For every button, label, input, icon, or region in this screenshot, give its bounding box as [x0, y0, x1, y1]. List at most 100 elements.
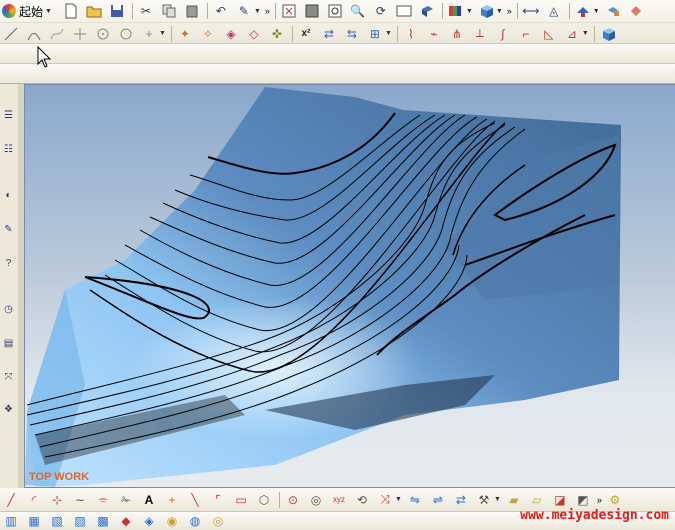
corner-icon[interactable]: ⌐: [517, 25, 535, 43]
chevron-down-icon[interactable]: ▼: [593, 8, 600, 15]
curve-d-icon[interactable]: ⟂: [471, 25, 489, 43]
chevron-down-icon[interactable]: ▼: [496, 8, 503, 15]
transform-icon[interactable]: ⤧: [1, 370, 16, 385]
folder-d-icon[interactable]: ◩: [574, 491, 592, 509]
copy-icon[interactable]: [160, 2, 178, 20]
chevron-down-icon[interactable]: ▼: [254, 8, 261, 15]
chevron-down-icon[interactable]: ▼: [395, 496, 402, 503]
fillet-icon[interactable]: ⌜: [209, 491, 227, 509]
shaded-box-icon[interactable]: [303, 2, 321, 20]
transform-c-icon[interactable]: ⊞: [366, 25, 384, 43]
chevron-down-icon[interactable]: ▼: [466, 8, 473, 15]
shape-icon[interactable]: ◐: [1, 188, 16, 203]
overflow-chevron-icon[interactable]: »: [597, 495, 602, 505]
line-draw-icon[interactable]: ╱: [2, 491, 20, 509]
shade-toggle-icon[interactable]: [604, 2, 622, 20]
chevron-down-icon[interactable]: ▼: [385, 30, 392, 37]
rotate-icon[interactable]: ⟳: [372, 2, 390, 20]
point-icon[interactable]: [71, 25, 89, 43]
folder-a-icon[interactable]: ▰: [505, 491, 523, 509]
bottom-icon-j[interactable]: ◎: [209, 512, 227, 530]
start-menu-button[interactable]: 起始 ▼: [2, 3, 56, 20]
shade-extra-icon[interactable]: [627, 2, 645, 20]
analysis-icon[interactable]: ◬: [545, 2, 563, 20]
line-icon[interactable]: [2, 25, 20, 43]
curve-c-icon[interactable]: ⋔: [448, 25, 466, 43]
bottom-icon-f[interactable]: ◆: [117, 512, 135, 530]
spiral-icon[interactable]: ◎: [307, 491, 325, 509]
x-squared-icon[interactable]: x²: [297, 25, 315, 43]
solid-view-icon[interactable]: [599, 25, 617, 43]
rectangle-icon[interactable]: ▭: [232, 491, 250, 509]
paste-icon[interactable]: [183, 2, 201, 20]
new-file-icon[interactable]: [62, 2, 80, 20]
bottom-icon-g[interactable]: ◈: [140, 512, 158, 530]
feature-e-icon[interactable]: ✜: [268, 25, 286, 43]
modify-d-icon[interactable]: ⚒: [475, 491, 493, 509]
point-plus-icon[interactable]: +: [163, 491, 181, 509]
measure-icon[interactable]: ⟷: [522, 2, 540, 20]
curve-f-icon[interactable]: ◺: [540, 25, 558, 43]
feature-b-icon[interactable]: ✧: [199, 25, 217, 43]
circle-icon[interactable]: [117, 25, 135, 43]
view-box-icon[interactable]: [395, 2, 413, 20]
color-palette-icon[interactable]: [447, 2, 465, 20]
node-draw-icon[interactable]: ⌯: [94, 491, 112, 509]
bottom-icon-e[interactable]: ▩: [94, 512, 112, 530]
ellipse-icon[interactable]: ⊙: [284, 491, 302, 509]
open-folder-icon[interactable]: [85, 2, 103, 20]
save-icon[interactable]: [108, 2, 126, 20]
document-icon[interactable]: ▤: [1, 336, 16, 351]
render-shade-icon[interactable]: [574, 2, 592, 20]
solid-box-icon[interactable]: [477, 2, 495, 20]
help-icon[interactable]: ?: [1, 256, 16, 271]
bottom-icon-d[interactable]: ▨: [71, 512, 89, 530]
zoom-window-icon[interactable]: [326, 2, 344, 20]
chamfer-icon[interactable]: ╲: [186, 491, 204, 509]
bottom-icon-a[interactable]: ▥: [2, 512, 20, 530]
overflow-chevron-icon[interactable]: »: [265, 6, 270, 16]
clock-icon[interactable]: ◷: [1, 302, 16, 317]
bottom-icon-h[interactable]: ◉: [163, 512, 181, 530]
arc-draw-icon[interactable]: ◜: [25, 491, 43, 509]
zoom-icon[interactable]: 🔍: [349, 2, 367, 20]
settings-bottom-icon[interactable]: ⚙: [606, 491, 624, 509]
arc-icon[interactable]: [25, 25, 43, 43]
folder-b-icon[interactable]: ▱: [528, 491, 546, 509]
modify-c-icon[interactable]: ⇄: [452, 491, 470, 509]
modify-b-icon[interactable]: ⇌: [429, 491, 447, 509]
spline-icon[interactable]: [48, 25, 66, 43]
feature-d-icon[interactable]: ◇: [245, 25, 263, 43]
graphics-viewport[interactable]: TOP WORK: [24, 84, 675, 488]
text-icon[interactable]: A: [140, 491, 158, 509]
chevron-down-icon[interactable]: ▼: [582, 30, 589, 37]
bottom-icon-b[interactable]: ▦: [25, 512, 43, 530]
feature-a-icon[interactable]: ✦: [176, 25, 194, 43]
transform-d-icon[interactable]: ⟲: [353, 491, 371, 509]
ruler-icon[interactable]: ✎: [1, 222, 16, 237]
solids-icon[interactable]: ❖: [1, 402, 16, 417]
chevron-down-icon[interactable]: ▼: [494, 496, 501, 503]
curve-g-icon[interactable]: ⊿: [563, 25, 581, 43]
chevron-down-icon[interactable]: ▼: [159, 30, 166, 37]
curve-e-icon[interactable]: ∫: [494, 25, 512, 43]
edit-pencil-icon[interactable]: ✎: [235, 2, 253, 20]
trim-draw-icon[interactable]: ✁: [117, 491, 135, 509]
polygon-icon[interactable]: ⬡: [255, 491, 273, 509]
spline-draw-icon[interactable]: ∼: [71, 491, 89, 509]
cut-icon[interactable]: ✂: [137, 2, 155, 20]
folder-c-icon[interactable]: ◪: [551, 491, 569, 509]
feature-c-icon[interactable]: ◈: [222, 25, 240, 43]
transform-e-icon[interactable]: ⤨: [376, 491, 394, 509]
bottom-icon-i[interactable]: ◍: [186, 512, 204, 530]
xyz-icon[interactable]: xyz: [330, 491, 348, 509]
curve-b-icon[interactable]: ⌁: [425, 25, 443, 43]
plus-icon[interactable]: +: [140, 25, 158, 43]
modify-a-icon[interactable]: ⇋: [406, 491, 424, 509]
transform-b-icon[interactable]: ⇆: [343, 25, 361, 43]
point-draw-icon[interactable]: ⊹: [48, 491, 66, 509]
curve-a-icon[interactable]: ⌇: [402, 25, 420, 43]
undo-icon[interactable]: ↶: [212, 2, 230, 20]
transform-a-icon[interactable]: ⇄: [320, 25, 338, 43]
circle-point-icon[interactable]: [94, 25, 112, 43]
